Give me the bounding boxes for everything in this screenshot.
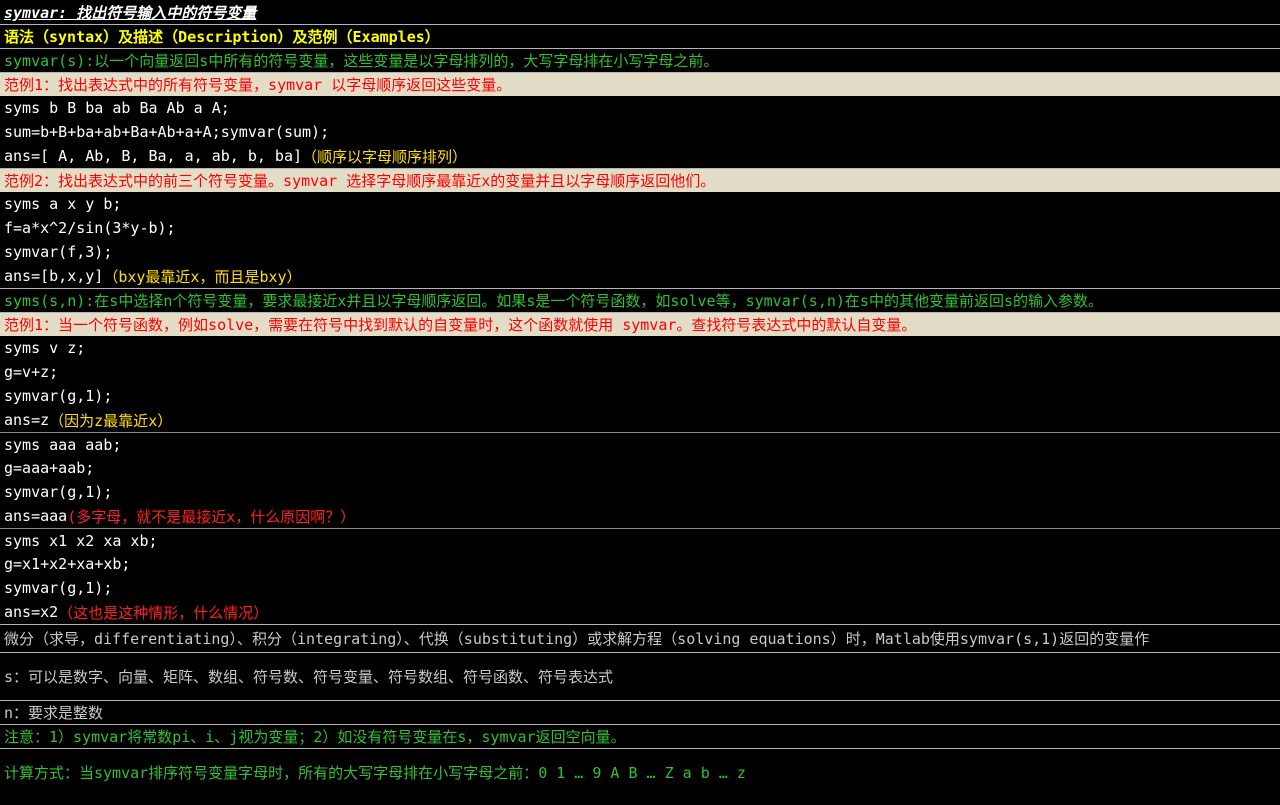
note-calc: 计算方式：当symvar排序符号变量字母时，所有的大写字母排在小写字母之前：0 … [4, 764, 746, 782]
document-sheet: symvar: 找出符号输入中的符号变量 语法（syntax）及描述（Descr… [0, 0, 1280, 796]
code-text: g=x1+x2+xa+xb; [4, 555, 131, 573]
code-text: symvar(f,3); [4, 243, 113, 261]
section-header: 语法（syntax）及描述（Description）及范例（Examples） [4, 28, 440, 46]
page-title: symvar: 找出符号输入中的符号变量 [4, 3, 257, 22]
code-text: syms b B ba ab Ba Ab a A; [4, 99, 230, 117]
title-row: symvar: 找出符号输入中的符号变量 [0, 0, 1280, 24]
code-line: syms a x y b; [0, 192, 1280, 216]
code-text: syms v z; [4, 339, 86, 357]
note-differentiation: 微分（求导，differentiating）、积分（integrating）、代… [4, 630, 1150, 648]
note-attention-row: 注意：1）symvar将常数pi、i、j视为变量；2）如没有符号变量在s，sym… [0, 724, 1280, 748]
answer-code: ans=z [4, 411, 50, 429]
code-line: symvar(g,1); [0, 384, 1280, 408]
code-text: syms x1 x2 xa xb; [4, 531, 158, 550]
section-header-row: 语法（syntax）及描述（Description）及范例（Examples） [0, 24, 1280, 48]
note-n-row: n：要求是整数 [0, 700, 1280, 724]
code-line: syms v z; [0, 336, 1280, 360]
description-row-2: syms(s,n):在s中选择n个符号变量，要求最接近x并且以字母顺序返回。如果… [0, 288, 1280, 312]
code-line: syms x1 x2 xa xb; [0, 528, 1280, 552]
answer-note: （bxy最靠近x，而且是bxy） [103, 267, 302, 286]
code-line: symvar(f,3); [0, 240, 1280, 264]
code-text: syms aaa aab; [4, 435, 122, 454]
example1-heading: 范例1：找出表达式中的所有符号变量，symvar 以字母顺序返回这些变量。 [4, 76, 512, 94]
code-line: symvar(g,1); [0, 576, 1280, 600]
example1-heading-row: 范例1：找出表达式中的所有符号变量，symvar 以字母顺序返回这些变量。 [0, 72, 1280, 96]
note-calc-row: 计算方式：当symvar排序符号变量字母时，所有的大写字母排在小写字母之前：0 … [0, 748, 1280, 796]
code-line: syms aaa aab; [0, 432, 1280, 456]
code-text: g=aaa+aab; [4, 459, 95, 477]
answer-code: ans=[ A, Ab, B, Ba, a, ab, b, ba] [4, 147, 303, 165]
note-differentiation-row: 微分（求导，differentiating）、积分（integrating）、代… [0, 624, 1280, 652]
description-row-1: symvar(s):以一个向量返回s中所有的符号变量，这些变量是以字母排列的，大… [0, 48, 1280, 72]
code-line: sum=b+B+ba+ab+Ba+Ab+a+A;symvar(sum); [0, 120, 1280, 144]
code-line: f=a*x^2/sin(3*y-b); [0, 216, 1280, 240]
example2-heading-row: 范例2：找出表达式中的前三个符号变量。symvar 选择字母顺序最靠近x的变量并… [0, 168, 1280, 192]
answer-note: （顺序以字母顺序排列） [302, 147, 468, 166]
answer-line: ans=[b,x,y] （bxy最靠近x，而且是bxy） [0, 264, 1280, 288]
answer-line: ans=[ A, Ab, B, Ba, a, ab, b, ba] （顺序以字母顺… [0, 144, 1280, 168]
code-text: syms a x y b; [4, 195, 122, 213]
code-line: syms b B ba ab Ba Ab a A; [0, 96, 1280, 120]
code-text: f=a*x^2/sin(3*y-b); [4, 219, 176, 237]
note-n: n：要求是整数 [4, 704, 104, 722]
code-text: sum=b+B+ba+ab+Ba+Ab+a+A;symvar(sum); [4, 123, 330, 141]
answer-note: （这也是这种情形，什么情况） [58, 603, 269, 622]
description-1: symvar(s):以一个向量返回s中所有的符号变量，这些变量是以字母排列的，大… [4, 52, 719, 70]
note-s: s：可以是数字、向量、矩阵、数组、符号数、符号变量、符号数组、符号函数、符号表达… [4, 668, 614, 686]
example3-heading-row: 范例1：当一个符号函数，例如solve，需要在符号中找到默认的自变量时，这个函数… [0, 312, 1280, 336]
answer-code: ans=x2 [4, 603, 59, 621]
code-text: symvar(g,1); [4, 483, 113, 501]
answer-line: ans=z （因为z最靠近x） [0, 408, 1280, 432]
answer-line: ans=aaa (多字母，就不是最接近x，什么原因啊？） [0, 504, 1280, 528]
code-line: g=x1+x2+xa+xb; [0, 552, 1280, 576]
answer-code: ans=[b,x,y] [4, 267, 104, 285]
example2-heading: 范例2：找出表达式中的前三个符号变量。symvar 选择字母顺序最靠近x的变量并… [4, 172, 716, 190]
note-s-row: s：可以是数字、向量、矩阵、数组、符号数、符号变量、符号数组、符号函数、符号表达… [0, 652, 1280, 700]
answer-line: ans=x2 （这也是这种情形，什么情况） [0, 600, 1280, 624]
code-line: g=v+z; [0, 360, 1280, 384]
code-line: g=aaa+aab; [0, 456, 1280, 480]
answer-note: (多字母，就不是最接近x，什么原因啊？） [67, 507, 356, 526]
answer-code: ans=aaa [4, 507, 68, 525]
code-text: symvar(g,1); [4, 579, 113, 597]
example3-heading: 范例1：当一个符号函数，例如solve，需要在符号中找到默认的自变量时，这个函数… [4, 316, 917, 334]
code-line: symvar(g,1); [0, 480, 1280, 504]
code-text: g=v+z; [4, 363, 59, 381]
description-2: syms(s,n):在s中选择n个符号变量，要求最接近x并且以字母顺序返回。如果… [4, 292, 1103, 310]
note-attention: 注意：1）symvar将常数pi、i、j视为变量；2）如没有符号变量在s，sym… [4, 728, 626, 746]
code-text: symvar(g,1); [4, 387, 113, 405]
answer-note: （因为z最靠近x） [49, 411, 173, 430]
